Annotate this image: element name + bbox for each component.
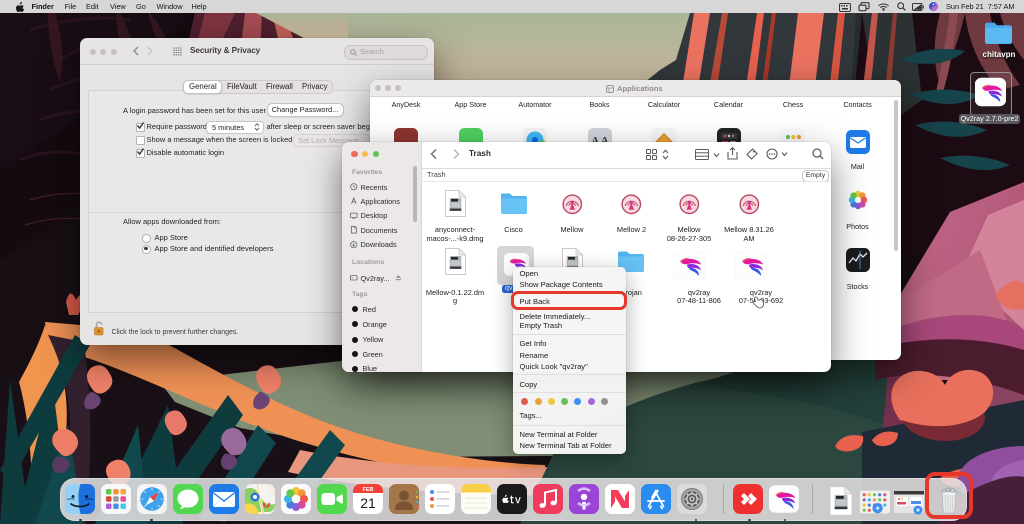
svg-text:FEB: FEB: [363, 487, 374, 493]
svg-text:21: 21: [360, 495, 376, 511]
